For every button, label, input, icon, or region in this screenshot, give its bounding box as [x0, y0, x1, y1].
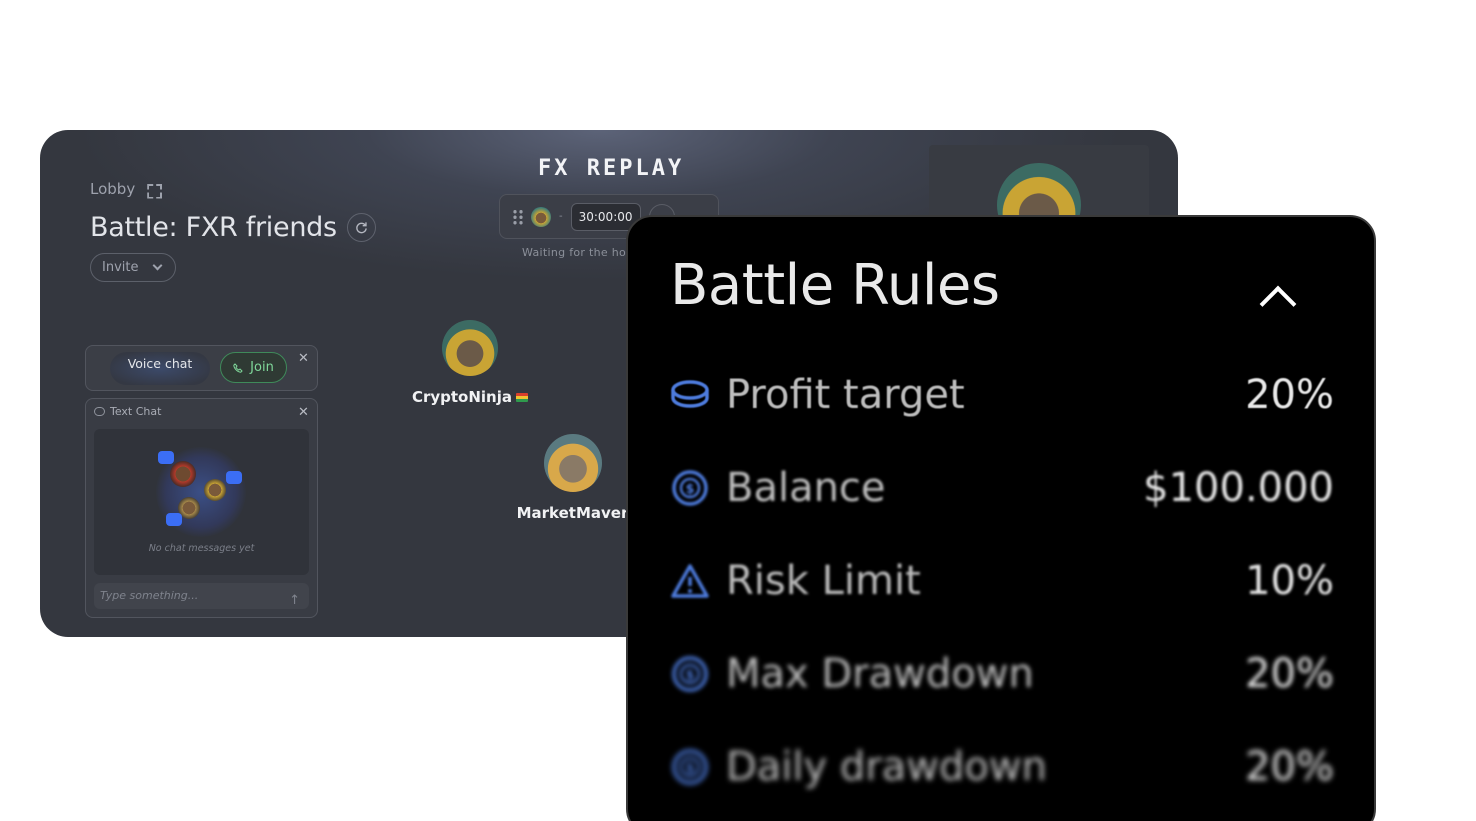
- rule-label: Profit target: [726, 372, 965, 418]
- rule-label: Max Drawdown: [726, 651, 1034, 697]
- separator-dash: -: [559, 211, 563, 222]
- rule-row: Profit target 20%: [670, 365, 1334, 425]
- empty-chat-text: No chat messages yet: [148, 543, 255, 554]
- dollar-coin-icon: $: [670, 654, 710, 694]
- breadcrumb: Lobby: [90, 180, 158, 198]
- svg-text:$: $: [685, 668, 694, 683]
- drag-handle-icon[interactable]: [512, 208, 523, 225]
- text-chat-title: Text Chat: [110, 405, 162, 418]
- chat-bubble-icon: [166, 513, 182, 526]
- text-chat-panel: Text Chat ✕ No chat messages yet Type so…: [85, 398, 318, 618]
- breadcrumb-lobby[interactable]: Lobby: [90, 180, 135, 198]
- voice-chat-panel: Voice chat Join ✕: [85, 345, 318, 391]
- chat-icon: [94, 407, 105, 416]
- stage: Lobby Battle: FXR friends Invite FX REPL…: [0, 0, 1476, 821]
- rule-value: $100.000: [1143, 465, 1334, 511]
- battle-rules-title: Battle Rules: [670, 253, 1000, 318]
- rule-row: $ Max Drawdown 20%: [670, 644, 1334, 704]
- close-chat-icon[interactable]: ✕: [298, 405, 309, 420]
- battle-title-text: Battle: FXR friends: [90, 212, 337, 243]
- rule-value: 20%: [1245, 372, 1334, 418]
- player-name: CryptoNinja: [411, 388, 513, 406]
- dollar-coin-icon: $: [670, 468, 710, 508]
- rule-value: 20%: [1245, 744, 1334, 790]
- join-voice-button[interactable]: Join: [220, 352, 287, 383]
- text-chat-header: Text Chat: [94, 405, 161, 418]
- battle-rules-card: Battle Rules Profit target 20% $ Balance…: [626, 215, 1376, 821]
- player-name-row: CryptoNinja: [410, 388, 530, 406]
- rule-label: Balance: [726, 465, 886, 511]
- avatar: [442, 320, 498, 376]
- expand-icon[interactable]: [147, 184, 158, 195]
- flag-icon: [516, 393, 529, 402]
- page-title: Battle: FXR friends: [90, 212, 376, 243]
- host-avatar: [531, 206, 551, 227]
- rule-label: Risk Limit: [726, 558, 921, 604]
- coin-stack-icon: [670, 375, 710, 415]
- rule-row: $ Daily drawdown 20%: [670, 737, 1334, 797]
- fx-replay-logo: FX REPLAY: [538, 156, 685, 181]
- dollar-coin-icon: $: [670, 747, 710, 787]
- close-voice-icon[interactable]: ✕: [298, 351, 309, 366]
- rule-row: $ Balance $100.000: [670, 458, 1334, 518]
- chevron-down-icon: [153, 260, 163, 271]
- phone-icon: [233, 362, 243, 373]
- chat-messages-area: No chat messages yet: [94, 429, 309, 575]
- chat-bubble-icon: [226, 471, 242, 484]
- invite-dropdown[interactable]: Invite: [90, 253, 176, 282]
- rule-value: 10%: [1245, 558, 1334, 604]
- chat-input[interactable]: Type something... ↑: [94, 583, 309, 609]
- chat-bubble-icon: [158, 451, 174, 464]
- player-name: MarketMaver: [516, 504, 629, 522]
- svg-text:$: $: [685, 482, 694, 497]
- svg-text:$: $: [685, 761, 694, 776]
- send-icon[interactable]: ↑: [289, 588, 300, 614]
- refresh-button[interactable]: [346, 213, 376, 242]
- avatar: [543, 434, 602, 492]
- chevron-up-icon[interactable]: [1258, 277, 1294, 313]
- waiting-status: Waiting for the hos: [522, 246, 633, 259]
- rule-value: 20%: [1245, 651, 1334, 697]
- chat-input-placeholder: Type something...: [100, 589, 199, 602]
- player-card[interactable]: MarketMaver: [510, 434, 635, 522]
- join-label: Join: [250, 360, 274, 375]
- warning-triangle-icon: [670, 561, 710, 601]
- player-card[interactable]: CryptoNinja: [410, 320, 530, 406]
- rule-label: Daily drawdown: [726, 744, 1047, 790]
- refresh-icon: [355, 222, 367, 234]
- voice-chat-label: Voice chat: [110, 352, 210, 385]
- rule-row: Risk Limit 10%: [670, 551, 1334, 611]
- invite-label: Invite: [102, 260, 139, 275]
